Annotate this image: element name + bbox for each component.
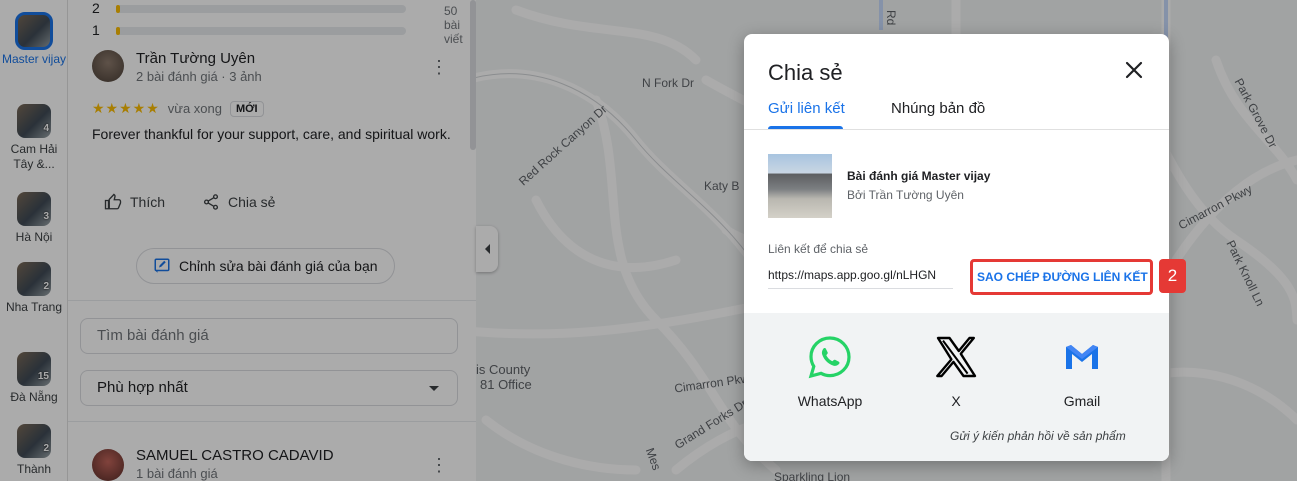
tab-send-link[interactable]: Gửi liên kết	[768, 100, 845, 117]
feedback-link[interactable]: Gửi ý kiến phản hồi về sản phẩm	[950, 429, 1126, 443]
x-logo-icon	[934, 335, 978, 379]
share-x-button[interactable]: X	[911, 335, 1001, 409]
tab-embed-map[interactable]: Nhúng bản đồ	[891, 100, 985, 117]
annotation-highlight-box	[970, 259, 1153, 295]
share-option-label: X	[951, 393, 961, 409]
gmail-icon	[1060, 335, 1104, 379]
close-icon	[1125, 61, 1143, 79]
share-option-label: Gmail	[1063, 393, 1101, 409]
divider	[744, 129, 1169, 130]
close-button[interactable]	[1122, 58, 1146, 82]
share-gmail-button[interactable]: Gmail	[1037, 335, 1127, 409]
share-link-field[interactable]: https://maps.app.goo.gl/nLHGN	[768, 268, 953, 289]
link-label: Liên kết để chia sẻ	[768, 242, 869, 256]
place-photo	[768, 154, 832, 218]
share-option-label: WhatsApp	[797, 393, 863, 409]
shared-item-author: Bởi Trần Tường Uyên	[847, 188, 964, 202]
annotation-step-badge: 2	[1159, 259, 1186, 293]
dialog-title: Chia sẻ	[768, 60, 843, 85]
share-dialog: Chia sẻ Gửi liên kết Nhúng bản đồ Bài đá…	[744, 34, 1169, 461]
whatsapp-icon	[808, 335, 852, 379]
shared-item-title: Bài đánh giá Master vijay	[847, 169, 991, 183]
share-whatsapp-button[interactable]: WhatsApp	[785, 335, 875, 409]
